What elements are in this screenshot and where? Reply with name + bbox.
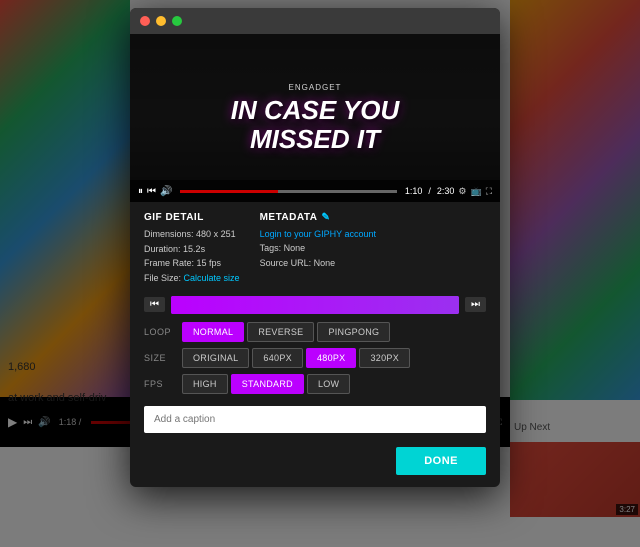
scrubber-track[interactable] xyxy=(171,296,459,314)
source-url-row: Source URL: None xyxy=(260,258,376,270)
loop-btn-group: NORMAL REVERSE PINGPONG xyxy=(182,322,390,342)
video-total-time: 2:30 xyxy=(437,186,455,196)
video-fullscreen-icon[interactable]: ⛶ xyxy=(486,186,492,197)
fps-btn-group: HIGH STANDARD LOW xyxy=(182,374,350,394)
duration-row: Duration: 15.2s xyxy=(144,244,240,256)
video-right-controls: ⚙ 📺 ⛶ xyxy=(458,186,492,197)
caption-input[interactable] xyxy=(144,406,486,433)
loop-label: LOOP xyxy=(144,327,182,337)
minimize-button-traffic-light[interactable] xyxy=(156,16,166,26)
fps-low-btn[interactable]: LOW xyxy=(307,374,350,394)
video-controls-bar: ⏸ ⏮ 🔊 1:10 / 2:30 ⚙ 📺 ⛶ xyxy=(130,180,500,202)
loop-normal-btn[interactable]: NORMAL xyxy=(182,322,244,342)
video-progress-fill xyxy=(180,190,277,193)
scrubber-start-btn[interactable]: ⏮ xyxy=(144,297,165,312)
done-area: DONE xyxy=(130,439,500,487)
calculate-size-link[interactable]: Calculate size xyxy=(184,273,240,283)
controls-section: LOOP NORMAL REVERSE PINGPONG SIZE ORIGIN… xyxy=(130,322,500,394)
maximize-button-traffic-light[interactable] xyxy=(172,16,182,26)
video-current-time: 1:10 xyxy=(405,186,423,196)
scrubber-fill xyxy=(171,296,459,314)
edit-icon[interactable]: ✎ xyxy=(321,212,330,223)
time-separator: / xyxy=(428,186,431,196)
scrubber-section: ⏮ ⏭ xyxy=(130,288,500,322)
size-640px-btn[interactable]: 640PX xyxy=(252,348,303,368)
modal-titlebar xyxy=(130,8,500,34)
dimensions-row: Dimensions: 480 x 251 xyxy=(144,229,240,241)
video-settings-icon[interactable]: ⚙ xyxy=(458,186,466,197)
loop-pingpong-btn[interactable]: PINGPONG xyxy=(317,322,390,342)
size-label: SIZE xyxy=(144,353,182,363)
video-volume-btn[interactable]: 🔊 xyxy=(160,186,172,197)
login-link[interactable]: Login to your GIPHY account xyxy=(260,229,376,239)
video-prev-btn[interactable]: ⏮ xyxy=(147,186,156,197)
size-480px-btn[interactable]: 480PX xyxy=(306,348,357,368)
brand-label: engadget xyxy=(289,83,342,92)
loop-control-row: LOOP NORMAL REVERSE PINGPONG xyxy=(144,322,486,342)
done-button[interactable]: DONE xyxy=(396,447,486,475)
size-320px-btn[interactable]: 320PX xyxy=(359,348,410,368)
fps-high-btn[interactable]: HIGH xyxy=(182,374,228,394)
gif-info-section: GIF DETAIL Dimensions: 480 x 251 Duratio… xyxy=(130,202,500,288)
loop-reverse-btn[interactable]: REVERSE xyxy=(247,322,314,342)
size-original-btn[interactable]: ORIGINAL xyxy=(182,348,249,368)
video-cast-icon[interactable]: 📺 xyxy=(470,186,481,197)
video-pause-btn[interactable]: ⏸ xyxy=(138,186,143,197)
fps-label: FPS xyxy=(144,379,182,389)
metadata-panel: METADATA ✎ Login to your GIPHY account T… xyxy=(260,212,376,288)
tags-row: Tags: None xyxy=(260,243,376,255)
metadata-heading: METADATA ✎ xyxy=(260,212,376,223)
fps-standard-btn[interactable]: STANDARD xyxy=(231,374,304,394)
video-progress-track[interactable] xyxy=(180,190,396,193)
file-size-row: File Size: Calculate size xyxy=(144,273,240,285)
video-overlay: engadget IN CASE YOU MISSED IT xyxy=(130,34,500,202)
video-preview-area: engadget IN CASE YOU MISSED IT ⏸ ⏮ 🔊 1:1… xyxy=(130,34,500,202)
giphy-modal: engadget IN CASE YOU MISSED IT ⏸ ⏮ 🔊 1:1… xyxy=(130,8,500,487)
video-main-title: IN CASE YOU MISSED IT xyxy=(231,96,400,153)
gif-detail-panel: GIF DETAIL Dimensions: 480 x 251 Duratio… xyxy=(144,212,240,288)
caption-section xyxy=(130,400,500,439)
close-button-traffic-light[interactable] xyxy=(140,16,150,26)
size-control-row: SIZE ORIGINAL 640PX 480PX 320PX xyxy=(144,348,486,368)
scrubber-end-btn[interactable]: ⏭ xyxy=(465,297,486,312)
fps-control-row: FPS HIGH STANDARD LOW xyxy=(144,374,486,394)
frame-rate-row: Frame Rate: 15 fps xyxy=(144,258,240,270)
size-btn-group: ORIGINAL 640PX 480PX 320PX xyxy=(182,348,410,368)
gif-detail-heading: GIF DETAIL xyxy=(144,212,240,223)
